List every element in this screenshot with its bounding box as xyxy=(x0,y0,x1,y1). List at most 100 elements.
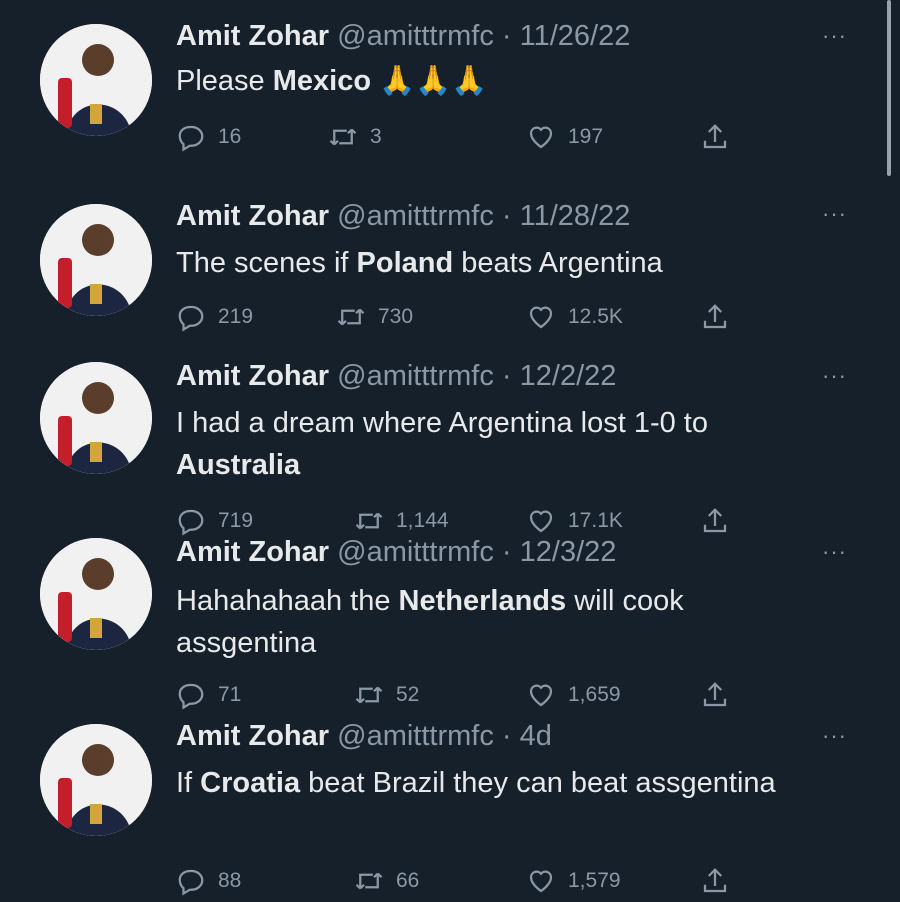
reply-icon xyxy=(178,683,204,710)
like-count: 17.1K xyxy=(568,509,623,532)
reply-count: 16 xyxy=(218,125,242,148)
reply-count: 219 xyxy=(218,305,254,328)
share-button[interactable] xyxy=(700,122,730,152)
like-count: 1,659 xyxy=(568,683,621,706)
avatar[interactable] xyxy=(40,362,152,474)
timestamp[interactable]: 4d xyxy=(520,720,552,752)
reply-button[interactable]: 719 xyxy=(176,506,253,536)
retweet-count: 730 xyxy=(378,305,414,328)
like-button[interactable]: 197 xyxy=(526,122,603,152)
tweet-header: Amit Zohar @amitttrmfc · 11/28/22 xyxy=(176,198,630,234)
retweet-count: 66 xyxy=(396,869,420,892)
tweet-text: The scenes if Poland beats Argentina xyxy=(176,242,816,284)
reply-icon xyxy=(178,869,204,896)
heart-icon xyxy=(529,126,553,149)
avatar[interactable] xyxy=(40,24,152,136)
display-name[interactable]: Amit Zohar xyxy=(176,720,329,752)
retweet-icon xyxy=(329,128,357,146)
more-icon[interactable]: ··· xyxy=(822,25,847,47)
reply-count: 71 xyxy=(218,683,242,706)
more-icon[interactable]: ··· xyxy=(822,541,847,563)
display-name[interactable]: Amit Zohar xyxy=(176,360,329,392)
retweet-button[interactable]: 66 xyxy=(354,866,419,896)
tweet-text-part: beat Brazil they can beat assgentina xyxy=(300,767,776,799)
action-bar: 219 730 12.5K xyxy=(176,302,736,338)
separator-dot: · xyxy=(501,720,512,752)
username[interactable]: @amitttrmfc xyxy=(337,536,494,568)
more-icon[interactable]: ··· xyxy=(822,725,847,747)
avatar[interactable] xyxy=(40,538,152,650)
share-icon xyxy=(703,304,727,329)
more-icon[interactable]: ··· xyxy=(822,203,847,225)
share-icon xyxy=(703,508,727,533)
share-button[interactable] xyxy=(700,506,730,536)
display-name[interactable]: Amit Zohar xyxy=(176,536,329,568)
retweet-button[interactable]: 3 xyxy=(328,122,382,152)
heart-icon xyxy=(529,510,553,533)
display-name[interactable]: Amit Zohar xyxy=(176,200,329,232)
scrollbar[interactable] xyxy=(887,0,891,176)
reply-button[interactable]: 71 xyxy=(176,680,241,710)
retweet-count: 1,144 xyxy=(396,509,449,532)
share-icon xyxy=(703,868,727,893)
tweet-text-part: I had a dream where Argentina lost 1-0 t… xyxy=(176,407,708,439)
reply-count: 719 xyxy=(218,509,254,532)
tweet-header: Amit Zohar @amitttrmfc · 12/3/22 xyxy=(176,534,616,570)
tweet-text-bold: Croatia xyxy=(200,767,301,799)
tweet-text-part: Please xyxy=(176,65,273,97)
action-bar: 16 3 197 xyxy=(176,122,736,158)
tweet-text-part: Hahahahaah the xyxy=(176,585,399,617)
tweet-text-bold: Australia xyxy=(176,449,301,481)
reply-icon xyxy=(178,305,204,332)
retweet-icon xyxy=(355,512,383,530)
display-name[interactable]: Amit Zohar xyxy=(176,20,329,52)
tweet-text-bold: Poland xyxy=(356,247,454,279)
tweet-text: I had a dream where Argentina lost 1-0 t… xyxy=(176,402,816,486)
timestamp[interactable]: 12/3/22 xyxy=(520,536,617,568)
tweet-header: Amit Zohar @amitttrmfc · 12/2/22 xyxy=(176,358,616,394)
reply-button[interactable]: 88 xyxy=(176,866,241,896)
username[interactable]: @amitttrmfc xyxy=(337,20,494,52)
heart-icon xyxy=(529,870,553,893)
reply-icon xyxy=(178,509,204,536)
like-button[interactable]: 1,659 xyxy=(526,680,621,710)
more-icon[interactable]: ··· xyxy=(822,365,847,387)
tweet-text-part: 🙏🙏🙏 xyxy=(371,65,488,97)
username[interactable]: @amitttrmfc xyxy=(337,720,494,752)
action-bar: 88 66 1,579 xyxy=(176,866,736,902)
separator-dot: · xyxy=(501,20,512,52)
retweet-button[interactable]: 52 xyxy=(354,680,419,710)
like-count: 12.5K xyxy=(568,305,623,328)
reply-icon xyxy=(178,125,204,152)
timestamp[interactable]: 11/26/22 xyxy=(520,20,631,52)
retweet-icon xyxy=(337,308,365,326)
username[interactable]: @amitttrmfc xyxy=(337,360,494,392)
reply-button[interactable]: 219 xyxy=(176,302,253,332)
like-button[interactable]: 1,579 xyxy=(526,866,621,896)
like-button[interactable]: 17.1K xyxy=(526,506,623,536)
tweet-header: Amit Zohar @amitttrmfc · 4d xyxy=(176,718,552,754)
retweet-button[interactable]: 730 xyxy=(336,302,413,332)
tweet-text-part: If xyxy=(176,767,201,799)
tweet-text-part: beats Argentina xyxy=(453,247,663,279)
timestamp[interactable]: 11/28/22 xyxy=(520,200,631,232)
avatar[interactable] xyxy=(40,724,152,836)
username[interactable]: @amitttrmfc xyxy=(337,200,494,232)
like-button[interactable]: 12.5K xyxy=(526,302,623,332)
tweet-text-bold: Mexico xyxy=(272,65,372,97)
reply-button[interactable]: 16 xyxy=(176,122,241,152)
share-icon xyxy=(703,124,727,149)
share-button[interactable] xyxy=(700,866,730,896)
share-button[interactable] xyxy=(700,302,730,332)
retweet-count: 52 xyxy=(396,683,420,706)
tweet-text-part: The scenes if xyxy=(176,247,357,279)
action-bar: 71 52 1,659 xyxy=(176,680,736,716)
share-button[interactable] xyxy=(700,680,730,710)
tweet-header: Amit Zohar @amitttrmfc · 11/26/22 xyxy=(176,18,630,54)
separator-dot: · xyxy=(501,360,512,392)
avatar[interactable] xyxy=(40,204,152,316)
timestamp[interactable]: 12/2/22 xyxy=(520,360,617,392)
retweet-button[interactable]: 1,144 xyxy=(354,506,449,536)
like-count: 1,579 xyxy=(568,869,621,892)
retweet-icon xyxy=(355,872,383,890)
